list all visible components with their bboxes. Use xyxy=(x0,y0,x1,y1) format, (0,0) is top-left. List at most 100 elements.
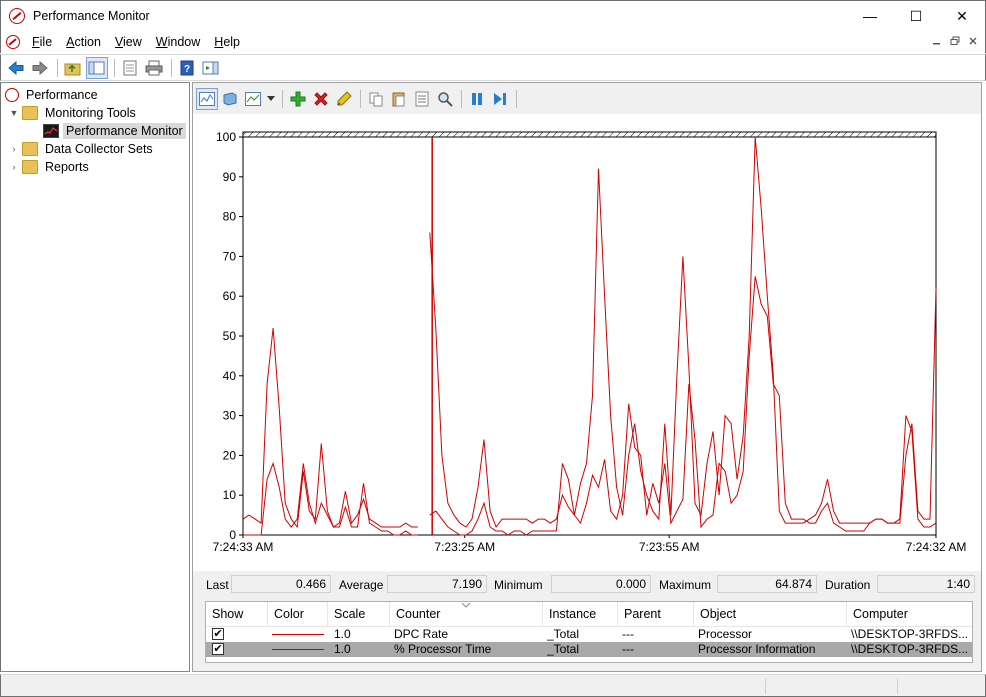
paste-counter-list-button[interactable] xyxy=(388,88,410,110)
chevron-right-icon[interactable]: › xyxy=(9,162,19,172)
plot-area xyxy=(242,136,937,536)
show-hide-console-tree-button[interactable] xyxy=(86,56,108,79)
y-tick-label: 40 xyxy=(223,369,237,383)
show-checkbox[interactable]: ✔ xyxy=(212,643,224,655)
menu-help[interactable]: Help xyxy=(208,35,248,49)
mdi-close-button[interactable] xyxy=(965,32,981,50)
parent-cell: --- xyxy=(622,642,634,656)
table-row[interactable]: ✔ 1.0 DPC Rate _Total --- Processor \\DE… xyxy=(206,627,972,642)
graph-type-dropdown[interactable] xyxy=(265,88,277,110)
add-counter-button[interactable] xyxy=(287,88,309,110)
column-header-instance[interactable]: Instance xyxy=(543,602,618,627)
console-tree-icon xyxy=(88,61,105,74)
print-button[interactable] xyxy=(143,57,165,79)
forward-button[interactable] xyxy=(29,57,51,79)
column-header-computer[interactable]: Computer xyxy=(847,602,972,627)
toolbar-separator xyxy=(57,58,58,77)
tree-item-performance[interactable]: Performance xyxy=(5,86,101,104)
line-chart[interactable]: 0 10 20 30 40 50 60 70 80 90 100 7:24:33 AM 7:23:25 … xyxy=(193,114,981,571)
update-data-button[interactable] xyxy=(489,88,511,110)
close-button[interactable]: ✕ xyxy=(939,1,985,31)
properties-button[interactable] xyxy=(411,88,433,110)
column-header-show[interactable]: Show xyxy=(206,602,268,627)
series-color-swatch xyxy=(272,649,324,650)
column-header-parent[interactable]: Parent xyxy=(618,602,694,627)
system-menu-icon[interactable] xyxy=(6,35,20,49)
delete-x-icon xyxy=(314,91,328,106)
delete-counter-button[interactable] xyxy=(310,88,332,110)
tree-item-data-collector-sets[interactable]: › Data Collector Sets xyxy=(9,140,156,158)
export-list-button[interactable] xyxy=(119,57,141,79)
printer-icon xyxy=(145,60,163,75)
maximize-button[interactable]: ☐ xyxy=(893,1,939,31)
database-icon xyxy=(223,91,237,106)
duration-label: Duration xyxy=(825,578,871,592)
action-pane-icon xyxy=(202,61,219,74)
x-tick-label: 7:24:32 AM xyxy=(906,540,967,554)
computer-cell: \\DESKTOP-3RFDS... xyxy=(851,627,969,641)
toolbar-separator xyxy=(114,58,115,77)
duration-value: 1:40 xyxy=(877,575,975,593)
folder-icon xyxy=(22,160,38,174)
export-list-icon xyxy=(123,60,137,75)
toolbar-separator xyxy=(461,89,462,108)
window-title: Performance Monitor xyxy=(33,9,150,23)
counter-cell: % Processor Time xyxy=(394,642,492,656)
performance-icon xyxy=(5,88,19,102)
parent-cell: --- xyxy=(622,627,634,641)
series-color-swatch xyxy=(272,634,324,635)
menu-view[interactable]: View xyxy=(109,35,150,49)
computer-cell: \\DESKTOP-3RFDS... xyxy=(851,642,969,656)
pause-icon xyxy=(472,92,482,105)
column-header-object[interactable]: Object xyxy=(694,602,847,627)
tree-item-reports[interactable]: › Reports xyxy=(9,158,92,176)
menu-window[interactable]: Window xyxy=(150,35,208,49)
mdi-restore-button[interactable] xyxy=(947,32,963,50)
back-button[interactable] xyxy=(5,57,27,79)
highlight-button[interactable] xyxy=(333,88,355,110)
up-folder-button[interactable] xyxy=(62,57,84,79)
view-current-activity-button[interactable] xyxy=(196,87,218,110)
table-row-selected[interactable]: ✔ 1.0 % Processor Time _Total --- Proces… xyxy=(206,642,972,657)
freeze-display-button[interactable] xyxy=(466,88,488,110)
column-header-scale[interactable]: Scale xyxy=(328,602,390,627)
object-cell: Processor xyxy=(698,627,753,641)
x-tick-label: 7:24:33 AM xyxy=(213,540,274,554)
magnifier-icon xyxy=(438,91,453,107)
column-header-color[interactable]: Color xyxy=(268,602,328,627)
zoom-button[interactable] xyxy=(434,88,456,110)
maximum-value: 64.874 xyxy=(717,575,817,593)
mdi-minimize-button[interactable] xyxy=(929,32,945,50)
performance-monitor-icon xyxy=(9,8,25,24)
folder-icon xyxy=(22,106,38,120)
forward-arrow-icon xyxy=(32,60,48,75)
line-graph-icon xyxy=(199,91,215,106)
highlighter-pen-icon xyxy=(337,90,352,105)
svg-text:?: ? xyxy=(184,64,190,75)
chevron-down-icon[interactable]: ▼ xyxy=(9,108,19,118)
main-toolbar: ? xyxy=(0,54,986,81)
copy-properties-button[interactable] xyxy=(365,88,387,110)
title-bar: Performance Monitor — ☐ ✕ xyxy=(0,0,986,31)
tree-item-performance-monitor[interactable]: Performance Monitor xyxy=(43,122,186,140)
help-button[interactable]: ? xyxy=(176,57,198,79)
view-log-data-button[interactable] xyxy=(219,88,241,110)
show-checkbox[interactable]: ✔ xyxy=(212,628,224,640)
menu-bar: File Action View Window Help xyxy=(0,31,986,53)
menu-file[interactable]: File xyxy=(26,35,60,49)
minimum-label: Minimum xyxy=(494,578,543,592)
average-value: 7.190 xyxy=(387,575,487,593)
average-label: Average xyxy=(339,578,384,592)
y-tick-label: 30 xyxy=(223,409,237,423)
toolbar-separator xyxy=(171,58,172,77)
minimize-button[interactable]: — xyxy=(847,1,893,31)
show-hide-action-pane-button[interactable] xyxy=(200,57,222,79)
tree-item-monitoring-tools[interactable]: ▼ Monitoring Tools xyxy=(9,104,139,122)
chevron-right-icon[interactable]: › xyxy=(9,144,19,154)
change-graph-type-button[interactable] xyxy=(242,88,264,110)
x-tick-label: 7:23:55 AM xyxy=(639,540,700,554)
statistics-bar: Last 0.466 Average 7.190 Minimum 0.000 M… xyxy=(193,571,981,599)
folder-up-icon xyxy=(64,63,81,75)
menu-action[interactable]: Action xyxy=(60,35,109,49)
status-bar xyxy=(0,674,986,697)
